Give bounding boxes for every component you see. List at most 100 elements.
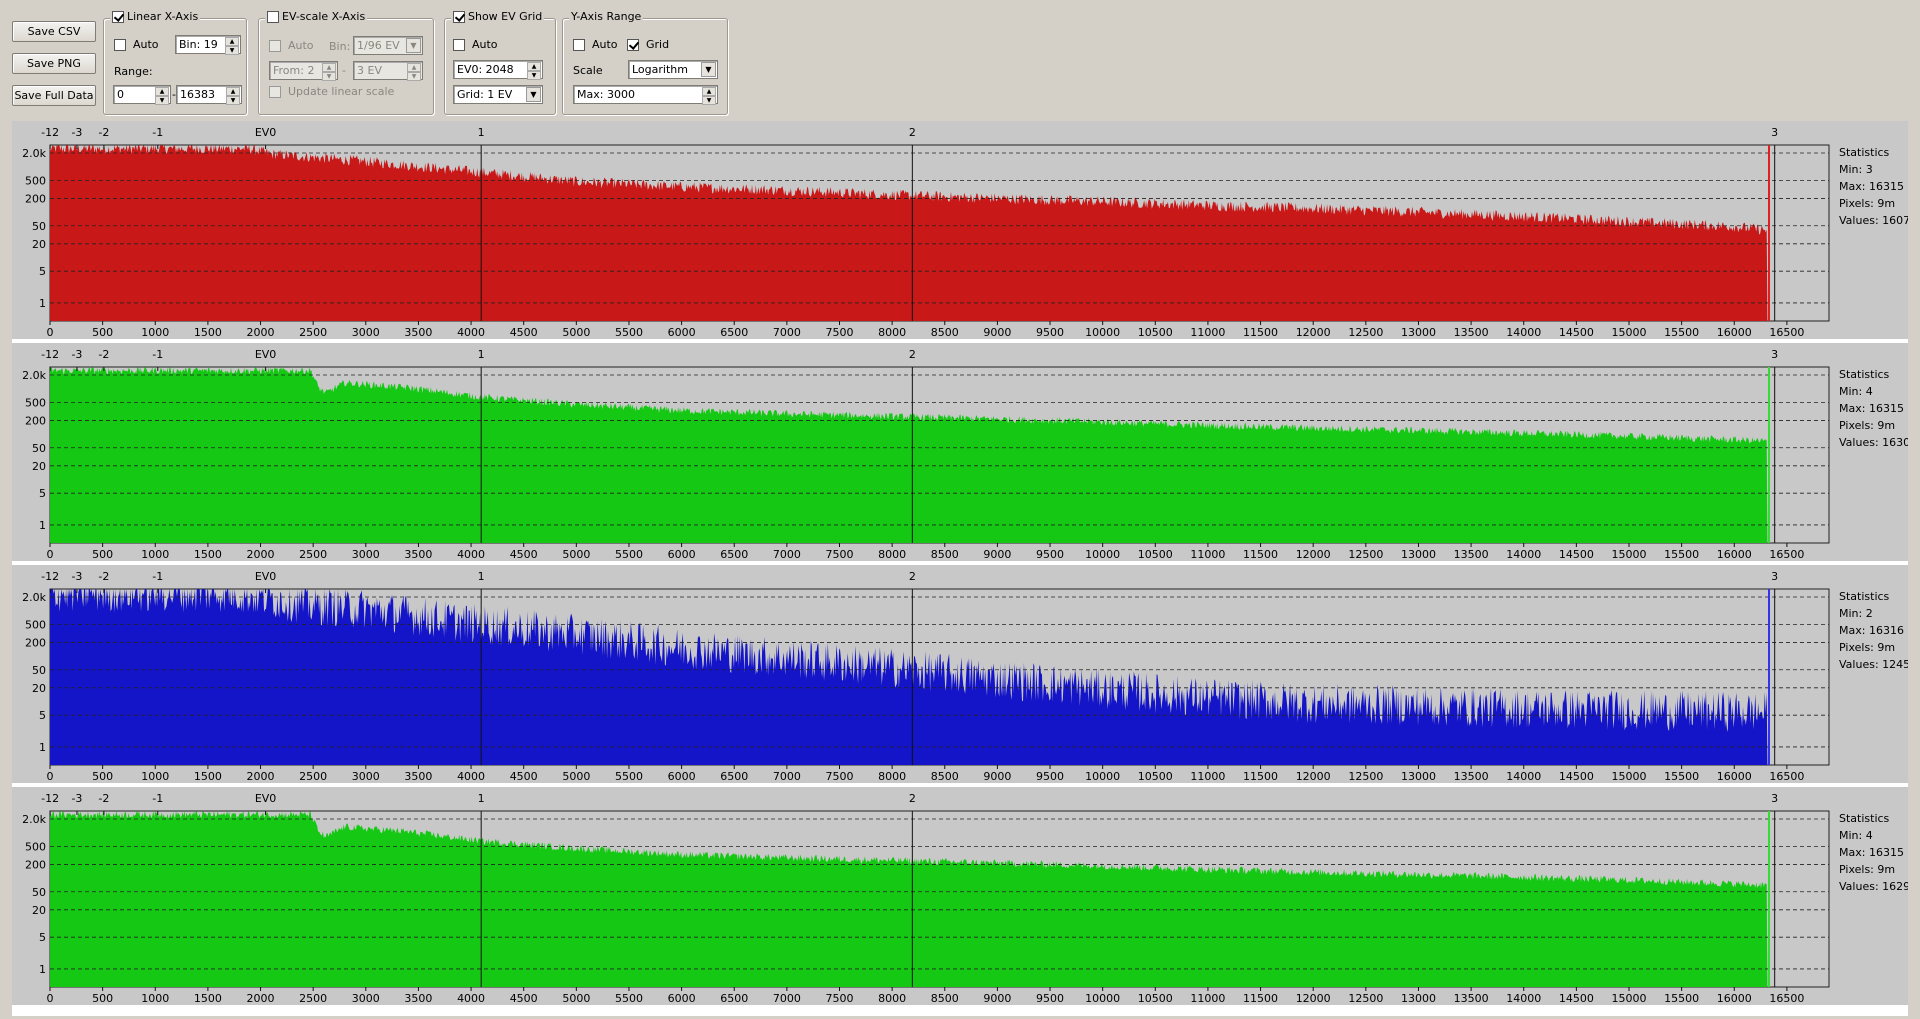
x-tick-label: 500 (92, 992, 113, 1005)
ev-to-spinbox[interactable]: 3 EV ▲ ▼ (353, 61, 423, 81)
ev-from-spinbox[interactable]: From: 2 ▲ ▼ (269, 61, 338, 81)
y-auto-label: Auto (592, 38, 618, 51)
x-tick-label: 6000 (668, 992, 696, 1005)
x-tick-label: 0 (47, 770, 54, 783)
ev-tick-label: EV0 (255, 126, 276, 139)
chevron-down-icon[interactable]: ▼ (406, 38, 421, 53)
ev-to-arrows-icon[interactable]: ▲ ▼ (407, 63, 421, 81)
y-tick-label: 20 (32, 904, 46, 917)
x-tick-label: 16000 (1717, 770, 1752, 783)
ev-tick-label: -1 (152, 126, 163, 139)
chevron-down-icon[interactable]: ▼ (701, 62, 716, 77)
grid-auto-label: Auto (472, 38, 498, 51)
x-tick-label: 4500 (510, 548, 538, 561)
y-tick-label: 5 (39, 487, 46, 500)
update-linear-checkbox[interactable] (269, 85, 281, 98)
ev-scale-x-axis-title: EV-scale X-Axis (265, 10, 368, 23)
x-tick-label: 5000 (562, 770, 590, 783)
show-ev-grid-checkbox[interactable] (453, 10, 465, 23)
ev-tick-label: EV0 (255, 792, 276, 805)
x-tick-label: 2000 (247, 992, 275, 1005)
ev-tick-label: 3 (1771, 570, 1778, 583)
x-tick-label: 1500 (194, 326, 222, 339)
ev-bin-value: 1/96 EV (357, 39, 400, 52)
stats-min: Min: 4 (1839, 829, 1873, 842)
ev-scale-x-axis-checkbox[interactable] (267, 10, 279, 23)
x-tick-label: 8000 (878, 326, 906, 339)
x-tick-label: 8000 (878, 548, 906, 561)
y-axis-range-title: Y-Axis Range (569, 10, 644, 23)
x-tick-label: 12500 (1348, 548, 1383, 561)
ev-tick-label: -2 (98, 126, 109, 139)
x-tick-label: 15500 (1664, 326, 1699, 339)
linear-x-axis-label: Linear X-Axis (127, 10, 199, 23)
x-tick-label: 14000 (1506, 770, 1541, 783)
chevron-down-icon[interactable]: ▼ (526, 87, 541, 102)
y-tick-label: 500 (25, 618, 46, 631)
grid-auto-row: Auto (453, 38, 498, 51)
x-tick-label: 12000 (1296, 992, 1331, 1005)
x-tick-label: 8500 (931, 548, 959, 561)
linear-bin-arrows-icon[interactable]: ▲ ▼ (225, 37, 239, 55)
x-tick-label: 8000 (878, 992, 906, 1005)
ev0-arrows-icon[interactable]: ▲ ▼ (527, 62, 541, 80)
save-csv-button[interactable]: Save CSV (12, 21, 96, 42)
y-tick-label: 500 (25, 396, 46, 409)
save-full-data-button[interactable]: Save Full Data (12, 85, 96, 106)
scale-combo[interactable]: Logarithm ▼ (628, 60, 718, 79)
x-tick-label: 9500 (1036, 992, 1064, 1005)
x-tick-label: 1000 (141, 326, 169, 339)
save-png-button[interactable]: Save PNG (12, 53, 96, 74)
x-tick-label: 3500 (404, 326, 432, 339)
ev-scale-x-axis-group: EV-scale X-Axis Auto Bin: 1/96 EV ▼ From… (258, 10, 434, 115)
x-tick-label: 2500 (299, 770, 327, 783)
range-to-spinbox[interactable]: 16383 ▲ ▼ (176, 85, 242, 105)
ev-bin-combo[interactable]: 1/96 EV ▼ (353, 36, 423, 55)
grid-step-combo[interactable]: Grid: 1 EV ▼ (453, 85, 543, 104)
x-tick-label: 14000 (1506, 992, 1541, 1005)
y-tick-label: 200 (25, 858, 46, 871)
x-tick-label: 7500 (825, 770, 853, 783)
ev-tick-label: -2 (98, 570, 109, 583)
x-tick-label: 13000 (1401, 548, 1436, 561)
x-tick-label: 4000 (457, 548, 485, 561)
range-from-arrows-icon[interactable]: ▲ ▼ (155, 87, 169, 105)
x-tick-label: 3000 (352, 326, 380, 339)
x-tick-label: 9000 (983, 326, 1011, 339)
y-auto-checkbox[interactable] (573, 38, 585, 51)
x-tick-label: 10000 (1085, 770, 1120, 783)
range-to-arrows-icon[interactable]: ▲ ▼ (226, 87, 240, 105)
ev-tick-label: -3 (71, 792, 82, 805)
x-tick-label: 15500 (1664, 548, 1699, 561)
ev-from-value: From: 2 (273, 64, 315, 77)
ev-tick-label: -1 (152, 570, 163, 583)
linear-auto-checkbox[interactable] (114, 38, 126, 51)
x-tick-label: 10000 (1085, 992, 1120, 1005)
ev-auto-row: Auto (269, 39, 314, 52)
y-tick-label: 20 (32, 238, 46, 251)
grid-auto-checkbox[interactable] (453, 38, 465, 51)
y-max-arrows-icon[interactable]: ▲ ▼ (702, 87, 716, 105)
linear-bin-spinbox[interactable]: Bin: 19 ▲ ▼ (175, 35, 241, 55)
y-grid-checkbox[interactable] (627, 38, 639, 51)
x-tick-label: 8500 (931, 992, 959, 1005)
y-tick-label: 50 (32, 220, 46, 233)
ev0-spinbox[interactable]: EV0: 2048 ▲ ▼ (453, 60, 543, 80)
linear-x-axis-checkbox[interactable] (112, 10, 124, 23)
linear-x-axis-title: Linear X-Axis (110, 10, 201, 23)
y-tick-label: 20 (32, 460, 46, 473)
x-tick-label: 4500 (510, 326, 538, 339)
y-max-value: Max: 3000 (577, 88, 635, 101)
x-tick-label: 7000 (773, 770, 801, 783)
x-tick-label: 1000 (141, 770, 169, 783)
range-from-spinbox[interactable]: 0 ▲ ▼ (113, 85, 171, 105)
y-tick-label: 500 (25, 174, 46, 187)
ev-auto-checkbox[interactable] (269, 39, 281, 52)
ev-from-arrows-icon[interactable]: ▲ ▼ (322, 63, 336, 81)
update-linear-row: Update linear scale (269, 85, 394, 98)
y-tick-label: 200 (25, 192, 46, 205)
x-tick-label: 10000 (1085, 548, 1120, 561)
histogram-plot: 2.0k 500 200 50 20 5 1 -12 -3 -2 -1 EV0 1 2 3 0 500 1000 1… (22, 126, 1908, 339)
y-max-spinbox[interactable]: Max: 3000 ▲ ▼ (573, 85, 718, 105)
x-tick-label: 5500 (615, 992, 643, 1005)
